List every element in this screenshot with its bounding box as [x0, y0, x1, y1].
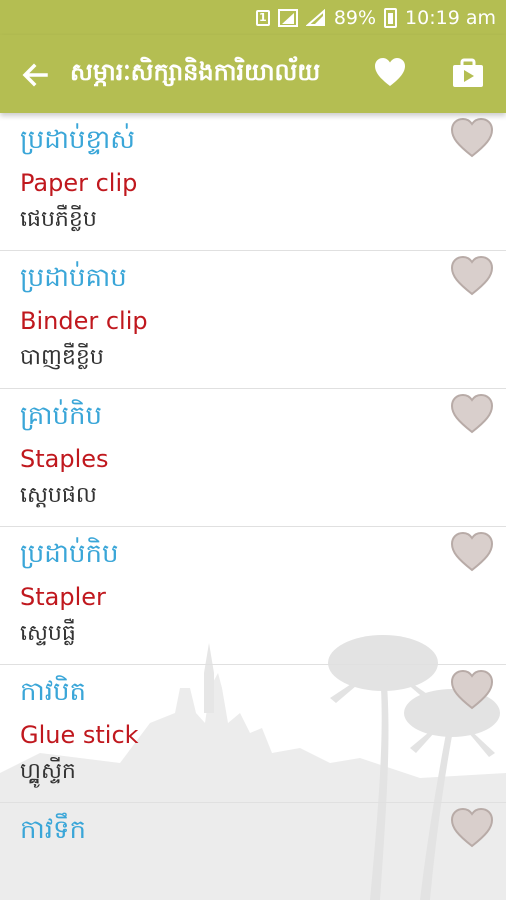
- sim-card-icon: 1: [255, 9, 270, 26]
- signal-icon: [277, 8, 298, 27]
- english-word: Stapler: [20, 583, 106, 611]
- toolbar-title: សម្ភារៈសិក្សានិងការិយាល័យ: [70, 57, 321, 86]
- list-item[interactable]: ប្រដាប់ខ្ទាស់ Paper clip ផេបភឺខ្លីប: [0, 113, 506, 251]
- pronunciation: បាញឌឺខ្លីប: [20, 345, 104, 370]
- favorite-heart-icon[interactable]: [450, 117, 494, 159]
- list-item[interactable]: ប្រដាប់គាប Binder clip បាញឌឺខ្លីប: [0, 251, 506, 389]
- clock: 10:19 am: [405, 6, 496, 29]
- pronunciation: ផេបភឺខ្លីប: [20, 207, 97, 232]
- status-icons: 1 89% 10:19 am: [255, 0, 496, 35]
- back-arrow-icon[interactable]: [18, 57, 54, 93]
- vocabulary-list: ប្រដាប់ខ្ទាស់ Paper clip ផេបភឺខ្លីប ប្រដ…: [0, 113, 506, 900]
- english-word: Glue stick: [20, 721, 139, 749]
- english-word: Binder clip: [20, 307, 148, 335]
- khmer-word: កាវទឹក: [20, 815, 87, 845]
- pronunciation: ស្ទេបធ្លឺ: [20, 621, 76, 646]
- english-word: Paper clip: [20, 169, 138, 197]
- network-signal-icon: [305, 8, 325, 26]
- khmer-word: កាវបិត: [20, 677, 87, 707]
- list-item[interactable]: កាវទឹក: [0, 803, 506, 900]
- favorite-heart-icon[interactable]: [450, 669, 494, 711]
- battery-percent: 89%: [333, 6, 377, 29]
- battery-icon: [384, 7, 398, 28]
- favorite-heart-icon[interactable]: [450, 255, 494, 297]
- favorite-heart-icon[interactable]: [450, 807, 494, 849]
- app-toolbar: សម្ភារៈសិក្សានិងការិយាល័យ: [0, 35, 506, 113]
- pronunciation: ស្តេបផល: [20, 483, 97, 508]
- list-item[interactable]: គ្រាប់កិប Staples ស្តេបផល: [0, 389, 506, 527]
- list-item[interactable]: កាវបិត Glue stick ហ្គ្លូស្ទីក: [0, 665, 506, 803]
- khmer-word: ប្រដាប់ខ្ទាស់: [20, 125, 136, 155]
- favorite-heart-icon[interactable]: [450, 531, 494, 573]
- khmer-word: ប្រដាប់កិប: [20, 539, 119, 569]
- store-bag-icon[interactable]: [450, 55, 486, 91]
- favorites-heart-icon[interactable]: [372, 55, 408, 91]
- english-word: Staples: [20, 445, 109, 473]
- khmer-word: គ្រាប់កិប: [20, 401, 103, 431]
- favorite-heart-icon[interactable]: [450, 393, 494, 435]
- khmer-word: ប្រដាប់គាប: [20, 263, 127, 293]
- status-bar: 1 89% 10:19 am: [0, 0, 506, 35]
- list-item[interactable]: ប្រដាប់កិប Stapler ស្ទេបធ្លឺ: [0, 527, 506, 665]
- pronunciation: ហ្គ្លូស្ទីក: [20, 759, 76, 784]
